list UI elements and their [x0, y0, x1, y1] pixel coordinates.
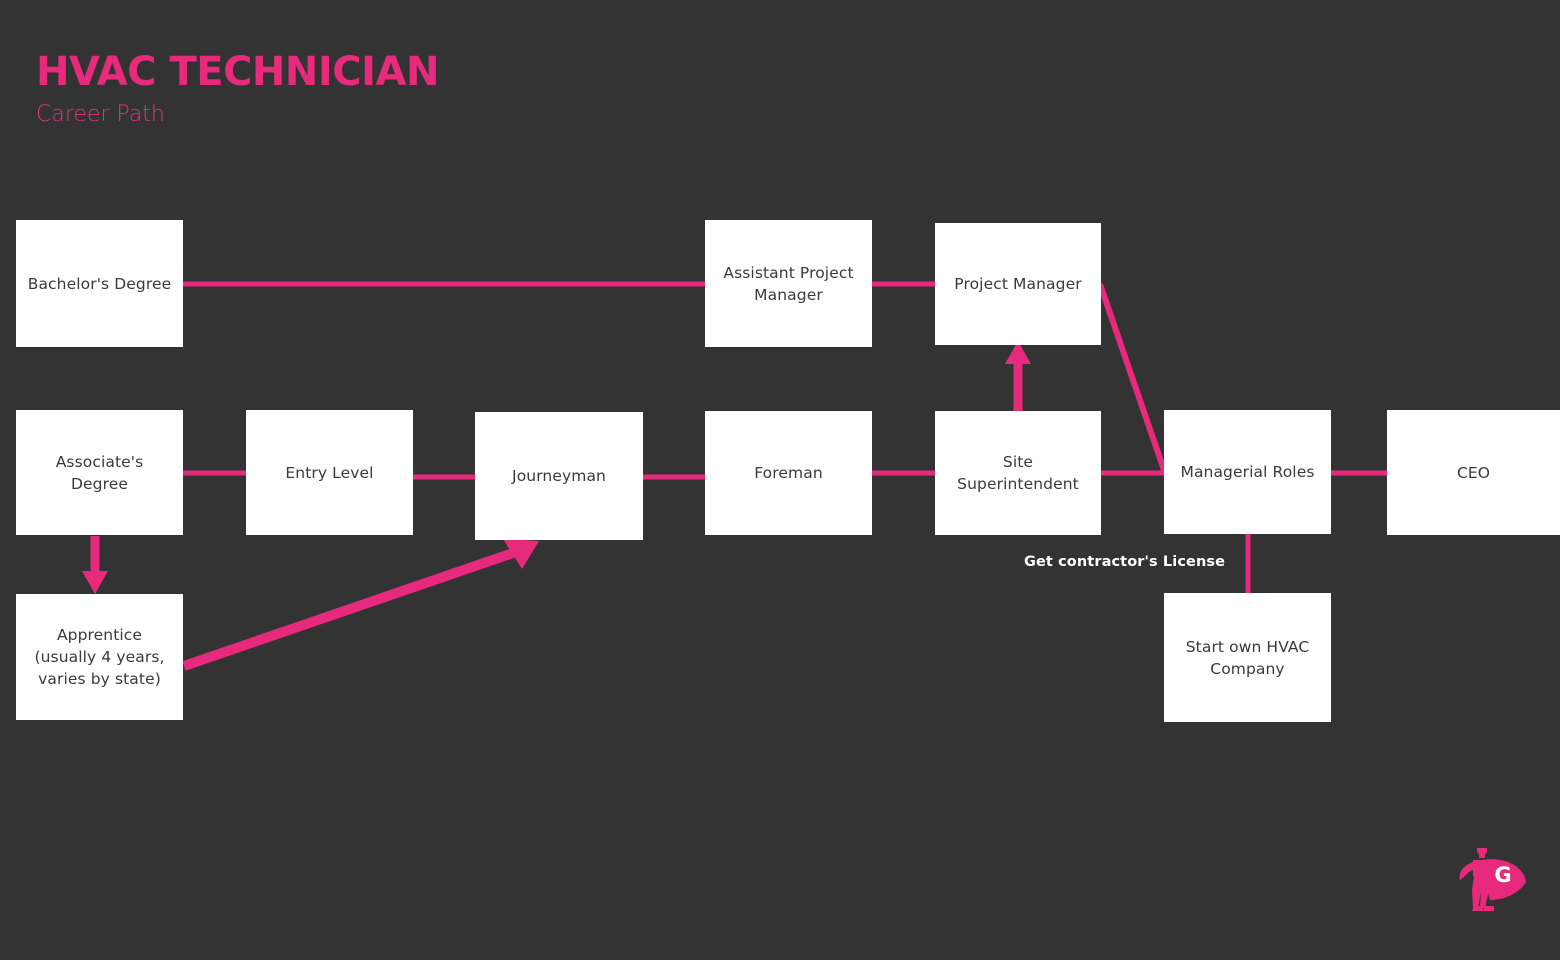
node-site-superintendent[interactable]: Site Superintendent: [935, 411, 1101, 535]
node-apprentice[interactable]: Apprentice (usually 4 years, varies by s…: [16, 594, 183, 720]
node-project-manager[interactable]: Project Manager: [935, 223, 1101, 345]
node-label: Associate's Degree: [55, 452, 144, 493]
page-subtitle: Career Path: [36, 102, 165, 127]
node-assistant-project-manager[interactable]: Assistant Project Manager: [705, 220, 872, 347]
node-managerial-roles[interactable]: Managerial Roles: [1164, 410, 1331, 534]
arrowhead-diagonal-journeyman: [503, 539, 539, 569]
node-label: Bachelor's Degree: [27, 274, 172, 293]
node-label: Project Manager: [954, 275, 1082, 293]
node-label: Entry Level: [285, 463, 374, 482]
edge-apprentice-to-journeyman: [182, 548, 515, 671]
node-entry-level[interactable]: Entry Level: [246, 410, 413, 535]
node-label: Site Superintendent: [957, 453, 1079, 493]
node-label: Apprentice (usually 4 years, varies by s…: [34, 626, 165, 688]
node-bachelors-degree[interactable]: Bachelor's Degree: [16, 220, 183, 347]
node-label: CEO: [1456, 463, 1491, 482]
edge-project-manager-to-managerial: [1097, 283, 1168, 474]
node-label: Managerial Roles: [1180, 463, 1315, 481]
node-ceo[interactable]: CEO: [1387, 410, 1560, 535]
node-label: Foreman: [754, 464, 823, 482]
node-journeyman[interactable]: Journeyman: [475, 412, 643, 540]
edge-label-contractor-license: Get contractor's License: [1024, 554, 1226, 570]
page-title: HVAC TECHNICIAN: [36, 49, 439, 95]
logo-monogram: G: [1494, 863, 1511, 887]
node-label: Start own HVAC Company: [1185, 637, 1310, 678]
node-label: Assistant Project Manager: [723, 263, 854, 304]
header: HVAC TECHNICIAN Career Path: [36, 52, 736, 126]
superhero-logo: G: [1452, 842, 1530, 920]
superhero-logo-icon: G: [1459, 848, 1526, 911]
arrowhead-down-apprentice: [82, 571, 108, 594]
diagram-canvas: HVAC TECHNICIAN Career Path Bachelor's D…: [0, 0, 1560, 960]
node-start-own-hvac-company[interactable]: Start own HVAC Company: [1164, 593, 1331, 722]
node-label: Journeyman: [512, 467, 606, 485]
node-associates-degree[interactable]: Associate's Degree: [16, 410, 183, 535]
node-foreman[interactable]: Foreman: [705, 411, 872, 535]
